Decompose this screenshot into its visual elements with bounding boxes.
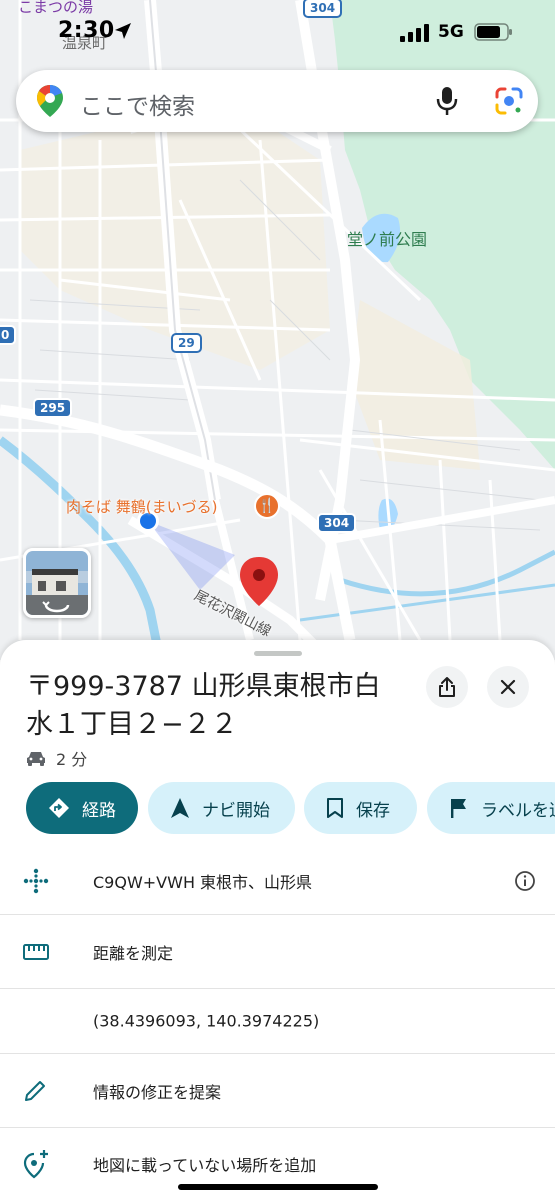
coordinates-row[interactable]: (38.4396093, 140.3974225) (0, 989, 555, 1054)
bookmark-icon (327, 798, 343, 818)
park-label[interactable]: 堂ノ前公園 (347, 226, 427, 250)
google-maps-logo-icon (37, 85, 63, 117)
route-shield-295: 295 (33, 398, 73, 418)
search-placeholder[interactable]: ここで検索 (80, 87, 195, 121)
car-icon (27, 752, 45, 766)
share-button[interactable] (426, 666, 468, 708)
network-type: 5G (438, 22, 464, 42)
start-navigation-label: ナビ開始 (202, 800, 270, 821)
measure-distance-row[interactable]: 距離を測定 (0, 916, 555, 989)
restaurant-pin-icon[interactable]: 🍴 (254, 493, 280, 519)
street-view-image (26, 551, 88, 615)
action-chips: 経路 ナビ開始 保存 ラベルを追 (26, 782, 555, 834)
battery-icon (474, 23, 512, 41)
add-missing-place-text: 地図に載っていない場所を追加 (93, 1156, 317, 1175)
location-arrow-icon (115, 23, 131, 39)
microphone-icon[interactable] (436, 86, 458, 116)
info-icon[interactable] (514, 870, 536, 892)
flag-icon (451, 799, 466, 818)
suggest-edit-row[interactable]: 情報の修正を提案 (0, 1054, 555, 1128)
status-bar: 2:30 5G (0, 0, 555, 64)
coordinates-text: (38.4396093, 140.3974225) (93, 1011, 320, 1031)
search-bar[interactable]: ここで検索 (16, 70, 538, 132)
directions-label: 経路 (82, 800, 116, 821)
directions-button[interactable]: 経路 (26, 782, 138, 834)
pencil-icon (25, 1080, 45, 1101)
street-view-thumbnail[interactable] (23, 548, 91, 618)
restaurant-label[interactable]: 肉そば 舞鶴(まいづる) (66, 496, 217, 517)
add-location-icon (23, 1150, 48, 1179)
route-shield-29: 29 (171, 333, 202, 353)
suggest-edit-text: 情報の修正を提案 (93, 1082, 222, 1102)
clock: 2:30 (58, 18, 115, 43)
start-navigation-button[interactable]: ナビ開始 (148, 782, 295, 834)
route-shield-304-mid: 304 (317, 513, 357, 533)
route-shield-edge: 0 (0, 325, 17, 345)
drive-time: 2 分 (26, 746, 87, 770)
close-button[interactable] (487, 666, 529, 708)
plus-code-icon (23, 868, 49, 893)
save-label: 保存 (356, 800, 390, 821)
close-icon (500, 679, 516, 695)
navigation-arrow-icon (171, 798, 189, 818)
add-label-label: ラベルを追 (481, 800, 555, 821)
google-lens-icon[interactable] (494, 86, 524, 116)
save-button[interactable]: 保存 (304, 782, 417, 834)
drive-time-text: 2 分 (56, 750, 88, 769)
place-title: 〒999-3787 山形県東根市白水１丁目２−２２ (26, 671, 381, 740)
sheet-drag-handle[interactable] (254, 651, 302, 656)
plus-code-row[interactable]: C9QW+VWH 東根市、山形県 (0, 847, 555, 915)
cellular-signal-icon (400, 24, 429, 42)
share-icon (439, 677, 455, 697)
plus-code-text: C9QW+VWH 東根市、山形県 (93, 872, 313, 892)
home-indicator[interactable] (178, 1184, 378, 1190)
measure-distance-text: 距離を測定 (93, 944, 174, 963)
place-details-sheet: 〒999-3787 山形県東根市白水１丁目２−２２ 2 分 経路 ナビ開始 保存… (0, 640, 555, 1200)
ruler-icon (23, 944, 49, 960)
add-label-button[interactable]: ラベルを追 (427, 782, 555, 834)
directions-icon (49, 798, 69, 818)
